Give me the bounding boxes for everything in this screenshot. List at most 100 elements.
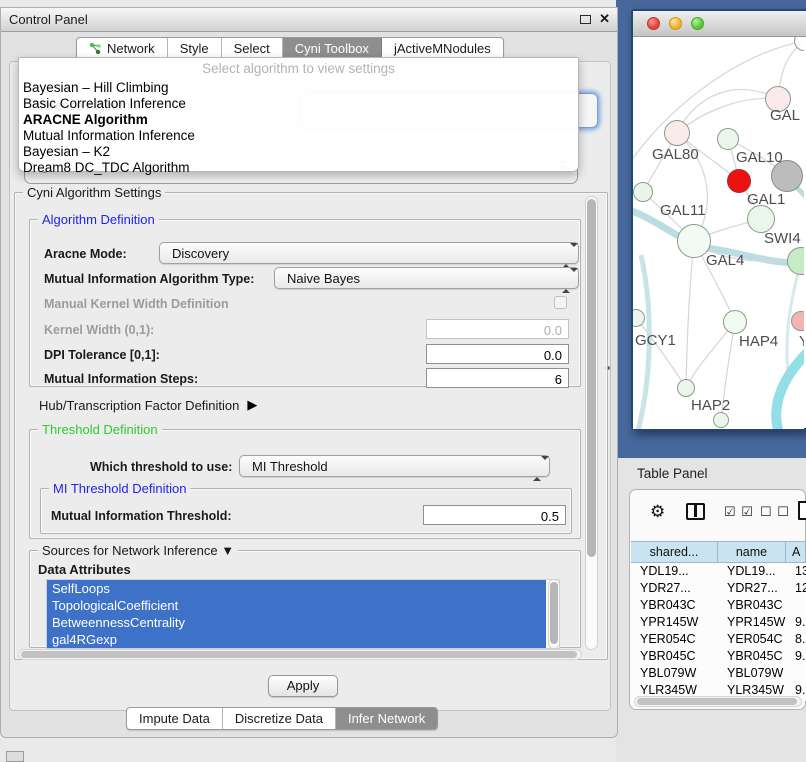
table-hscroll-thumb[interactable] [637,698,797,705]
list-item-gal4rgexp[interactable]: gal4RGexp [47,631,546,648]
network-node-gal80[interactable] [664,120,690,146]
column-header-name[interactable]: name [718,542,786,562]
table-panel-title: Table Panel [637,466,708,481]
popup-item-aracne[interactable]: ARACNE Algorithm [23,112,573,128]
table-row[interactable]: YDL19... YDL19... 13 [631,563,806,580]
hub-definition-expander[interactable]: Hub/Transcription Factor Definition ▶ [39,397,257,413]
popup-placeholder: Select algorithm to view settings [19,61,578,76]
mi-type-value: Naive Bayes [287,271,360,286]
column-header-shared[interactable]: shared... [631,542,718,562]
algorithm-definition-group: Algorithm Definition Aracne Mode: Discov… [29,219,581,387]
node-label: HAP4 [739,333,778,350]
list-item-betweennesscentrality[interactable]: BetweennessCentrality [47,614,546,631]
table-row[interactable]: YPR145W YPR145W 9. [631,614,806,631]
tab-style[interactable]: Style [168,38,222,59]
tab-network[interactable]: Network [77,38,168,59]
hub-definition-label: Hub/Transcription Factor Definition [39,398,239,413]
tab-impute-data[interactable]: Impute Data [127,708,223,729]
column-visibility-icon[interactable] [686,503,705,520]
popup-item-dream8[interactable]: Dream8 DC_TDC Algorithm [23,160,573,176]
kernel-width-label: Kernel Width (0,1): [44,323,154,337]
collapsed-panel-icon[interactable] [6,751,24,762]
deselect-all-icon[interactable]: ☐ ☐ [760,504,790,520]
tab-infer-network-label: Infer Network [348,711,425,726]
cell-shared-name: YDL19... [631,563,718,580]
chevron-updown-icon [562,272,571,286]
node-label: GCY1 [635,332,676,349]
export-table-icon[interactable] [798,501,806,520]
attributes-vscroll-thumb[interactable] [550,582,558,644]
table-row[interactable]: YBL079W YBL079W [631,665,806,682]
apply-button[interactable]: Apply [268,675,338,697]
list-item-selfloops[interactable]: SelfLoops [47,580,546,597]
which-threshold-label: Which threshold to use: [90,460,232,474]
kernel-width-input[interactable] [426,319,569,339]
manual-kernel-label: Manual Kernel Width Definition [44,297,229,311]
mi-type-combo[interactable]: Naive Bayes [274,267,579,289]
table-body: YDL19... YDL19... 13 YDR27... YDR27... 1… [631,563,806,701]
mi-type-label: Mutual Information Algorithm Type: [44,272,254,286]
node-label: Y [799,333,804,350]
settings-horizontal-scrollbar[interactable] [18,649,582,660]
cell-value: 13 [786,563,806,580]
dpi-tolerance-input[interactable] [426,344,569,364]
table-row[interactable]: YER054C YER054C 8. [631,631,806,648]
table-horizontal-scrollbar[interactable] [634,696,802,707]
control-panel-titlebar: Control Panel ✕ [1,8,617,32]
attributes-vertical-scrollbar[interactable] [548,579,560,649]
cell-shared-name: YBR043C [631,597,718,614]
tab-cyni-toolbox-label: Cyni Toolbox [295,41,369,56]
node-label: SWI4 [764,230,801,247]
settings-vertical-scrollbar[interactable] [585,196,598,650]
collapse-arrow-icon: ▼ [221,543,234,558]
tab-infer-network[interactable]: Infer Network [336,708,437,729]
cell-name: YDR27... [718,580,786,597]
float-panel-icon[interactable] [580,15,591,24]
table-row[interactable]: YBR045C YBR045C 9. [631,648,806,665]
aracne-mode-combo[interactable]: Discovery [159,242,579,264]
popup-item-basic-correlation[interactable]: Basic Correlation Inference [23,96,573,112]
table-row[interactable]: YBR043C YBR043C [631,597,806,614]
dpi-tolerance-label: DPI Tolerance [0,1]: [44,348,160,362]
column-header-partial[interactable]: A [786,542,806,562]
popup-item-bayesian-k2[interactable]: Bayesian – K2 [23,144,573,160]
cell-name: YDL19... [718,563,786,580]
manual-kernel-checkbox[interactable] [554,296,567,309]
which-threshold-combo[interactable]: MI Threshold [239,455,550,477]
tab-jactivemnodules[interactable]: jActiveMNodules [382,38,503,59]
network-node-hap2[interactable] [677,379,695,397]
network-node-bottom[interactable] [713,412,729,428]
close-traffic-light[interactable] [647,17,660,30]
mi-threshold-definition-group: MI Threshold Definition Mutual Informati… [40,488,572,534]
zoom-traffic-light[interactable] [691,17,704,30]
settings-hscroll-thumb[interactable] [21,651,577,658]
node-label: GAL4 [706,252,744,269]
network-canvas[interactable]: GAL GAL80 GAL10 GAL11 GAL1 GAL4 SWI4 GCY… [633,37,804,429]
network-node-gal10[interactable] [717,128,739,150]
mi-threshold-input[interactable] [423,505,566,525]
network-node-hap4[interactable] [723,310,747,334]
mi-steps-input[interactable] [426,368,569,388]
network-node-pink-right[interactable] [791,311,804,331]
network-node-gal11[interactable] [633,182,653,202]
gear-icon[interactable]: ⚙ [650,502,665,522]
bottom-tabbar: Impute Data Discretize Data Infer Networ… [126,707,438,730]
tab-discretize-data[interactable]: Discretize Data [223,708,336,729]
cell-name: YBL079W [718,665,786,682]
tab-cyni-toolbox[interactable]: Cyni Toolbox [283,38,382,59]
network-node-gal1[interactable] [747,205,775,233]
cell-name: YER054C [718,631,786,648]
settings-vscroll-thumb[interactable] [587,199,596,557]
aracne-mode-label: Aracne Mode: [44,247,127,261]
algorithm-dropdown-popup: Inference Algorithm Select algorithm to … [18,57,579,172]
select-all-icon[interactable]: ☑ ☑ [724,504,754,520]
minimize-traffic-light[interactable] [669,17,682,30]
list-item-topologicalcoefficient[interactable]: TopologicalCoefficient [47,597,546,614]
popup-item-bayesian-hill[interactable]: Bayesian – Hill Climbing [23,80,573,96]
close-icon[interactable]: ✕ [599,11,610,27]
sources-title-row[interactable]: Sources for Network Inference ▼ [38,543,238,558]
tab-select[interactable]: Select [222,38,283,59]
popup-item-mutual-information[interactable]: Mutual Information Inference [23,128,573,144]
table-row[interactable]: YDR27... YDR27... 12 [631,580,806,597]
network-node-selected[interactable] [727,169,751,193]
